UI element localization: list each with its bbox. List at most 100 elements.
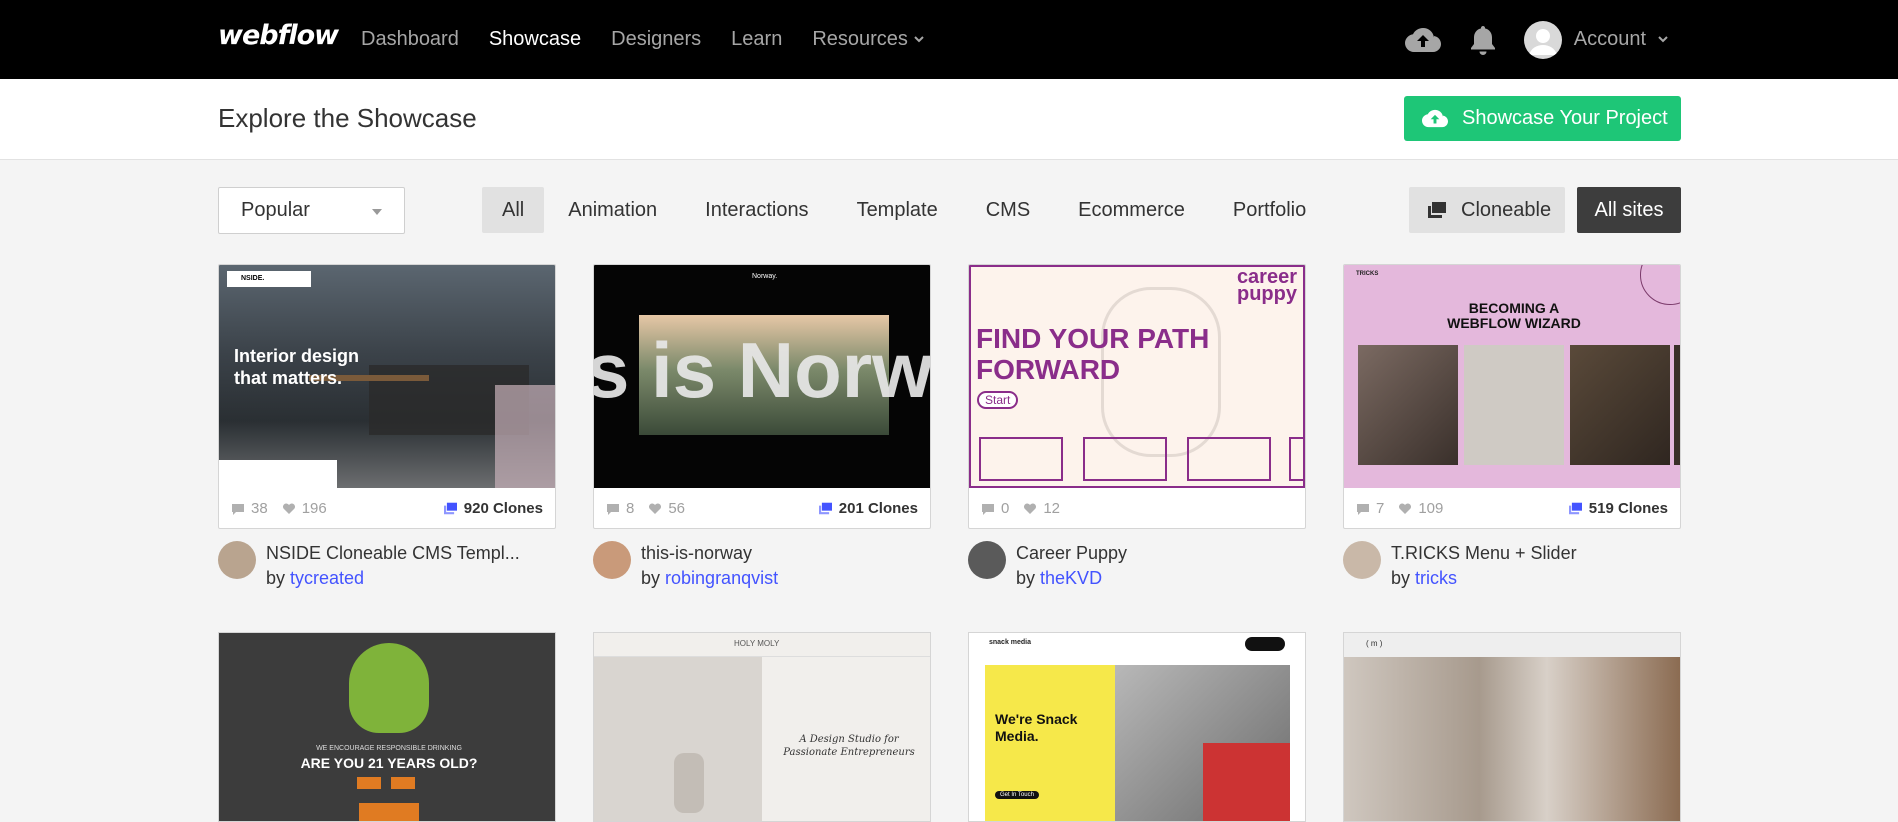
sort-select[interactable]: Popular [218,187,405,234]
clone-count: 920 Clones [463,500,543,517]
page-header: Explore the Showcase Showcase Your Proje… [0,79,1898,160]
tab-portfolio[interactable]: Portfolio [1209,187,1330,233]
caret-down-icon [372,209,382,215]
card-stats: 8 56 201 Clones [594,488,930,528]
card-meta: NSIDE Cloneable CMS Templ... by tycreate… [218,541,556,591]
author-link[interactable]: theKVD [1040,568,1102,588]
thumb-headline: ( m ) [1366,639,1383,648]
tab-template[interactable]: Template [833,187,962,233]
card-thumbnail[interactable]: TRICKS BECOMING A WEBFLOW WIZARD 7 109 5… [1343,264,1681,529]
tab-interactions[interactable]: Interactions [681,187,832,233]
card-title[interactable]: this-is-norway [641,541,778,566]
thumb-cta: Get In Touch [995,791,1039,799]
card-brand: TRICKS [1356,271,1379,277]
webflow-logo[interactable]: webflow [218,20,339,51]
tab-all[interactable]: All [482,187,545,233]
page-title: Explore the Showcase [218,103,477,133]
showcase-button-label: Showcase Your Project [1462,107,1668,129]
thumb-headline: We're Snack Media. [995,711,1078,744]
account-menu[interactable]: Account [1523,20,1668,59]
thumb-headline: BECOMING A WEBFLOW WIZARD [1447,300,1581,331]
tab-cms[interactable]: CMS [962,187,1054,233]
comment-count: 7 [1376,500,1385,517]
comment-icon [1357,503,1369,515]
like-count: 12 [1043,500,1061,517]
comment-count: 0 [1001,500,1010,517]
card-thumbnail[interactable]: snack media We're Snack Media. Get In To… [968,632,1306,822]
card-thumbnail[interactable]: ( m ) [1343,632,1681,822]
by-label: by [266,568,286,588]
thumbnail-image: career puppy FIND YOUR PATH FORWARD Star… [969,265,1305,488]
chevron-down-icon [1658,36,1668,43]
thumb-start-button: Start [977,391,1019,409]
nav-dashboard[interactable]: Dashboard [361,28,459,51]
tab-animation[interactable]: Animation [544,187,681,233]
clone-count: 201 Clones [838,500,918,517]
card-meta: this-is-norway by robingranqvist [593,541,931,591]
clone-icon [1428,202,1446,218]
thumbnail-image: NSIDE. Interior design that matters. [219,265,555,488]
cloud-upload-icon[interactable] [1404,21,1442,59]
like-count: 109 [1418,500,1444,517]
nav-right: Account [1404,0,1668,79]
showcase-card: NSIDE. Interior design that matters. 38 … [218,264,556,591]
by-label: by [1391,568,1411,588]
card-thumbnail[interactable]: WE ENCOURAGE RESPONSIBLE DRINKING ARE YO… [218,632,556,822]
author-avatar[interactable] [593,541,631,579]
card-stats: 38 196 920 Clones [219,488,555,528]
card-thumbnail[interactable]: HOLY MOLY A Design Studio for Passionate… [593,632,931,822]
nav-designers[interactable]: Designers [611,28,701,51]
card-meta: Career Puppy by theKVD [968,541,1306,591]
card-title[interactable]: T.RICKS Menu + Slider [1391,541,1577,566]
cloneable-filter[interactable]: Cloneable [1409,187,1565,233]
card-thumbnail[interactable]: career puppy FIND YOUR PATH FORWARD Star… [968,264,1306,529]
card-stats: 0 12 [969,488,1305,528]
author-avatar[interactable] [218,541,256,579]
comment-icon [607,503,619,515]
thumb-headline: ARE YOU 21 YEARS OLD? [300,755,478,771]
by-label: by [1016,568,1036,588]
avatar [1523,20,1562,59]
card-title[interactable]: Career Puppy [1016,541,1127,566]
clone-icon [1568,502,1582,515]
clone-icon [443,502,457,515]
author-link[interactable]: tycreated [290,568,364,588]
card-meta: T.RICKS Menu + Slider by tricks [1343,541,1681,591]
author-avatar[interactable] [1343,541,1381,579]
heart-icon [1024,502,1037,514]
nav-learn[interactable]: Learn [731,28,782,51]
showcase-your-project-button[interactable]: Showcase Your Project [1404,96,1681,141]
author-link[interactable]: tricks [1415,568,1457,588]
tab-ecommerce[interactable]: Ecommerce [1054,187,1209,233]
author-link[interactable]: robingranqvist [665,568,778,588]
thumb-headline: s is Norw [594,326,930,414]
card-title[interactable]: NSIDE Cloneable CMS Templ... [266,541,520,566]
card-thumbnail[interactable]: s is Norw Norway. 8 56 201 Clones [593,264,931,529]
cloud-upload-icon [1422,109,1448,128]
comment-count: 8 [626,500,635,517]
all-sites-filter[interactable]: All sites [1577,187,1681,233]
like-count: 56 [668,500,686,517]
category-tabs: All Animation Interactions Template CMS … [482,187,1330,233]
nav-showcase[interactable]: Showcase [489,28,581,51]
card-brand: career puppy [1236,266,1297,305]
cloneable-label: Cloneable [1461,198,1552,221]
by-label: by [641,568,661,588]
card-thumbnail[interactable]: NSIDE. Interior design that matters. 38 … [218,264,556,529]
thumb-headline: Interior design that matters. [234,346,360,388]
card-brand: NSIDE. [241,275,265,282]
thumbnail-image: TRICKS BECOMING A WEBFLOW WIZARD [1344,265,1680,488]
thumbnail-image: s is Norw Norway. [594,265,930,488]
bell-icon[interactable] [1464,21,1502,59]
chevron-down-icon [914,36,924,43]
heart-icon [1399,502,1412,514]
filter-bar: Popular All Animation Interactions Templ… [0,160,1898,267]
nav-resources[interactable]: Resources [812,28,924,51]
card-brand: snack media [989,639,1032,646]
author-avatar[interactable] [968,541,1006,579]
heart-icon [649,502,662,514]
comment-icon [982,503,994,515]
main-nav: Dashboard Showcase Designers Learn Resou… [361,0,954,79]
comment-count: 38 [251,500,268,517]
card-stats: 7 109 519 Clones [1344,488,1680,528]
